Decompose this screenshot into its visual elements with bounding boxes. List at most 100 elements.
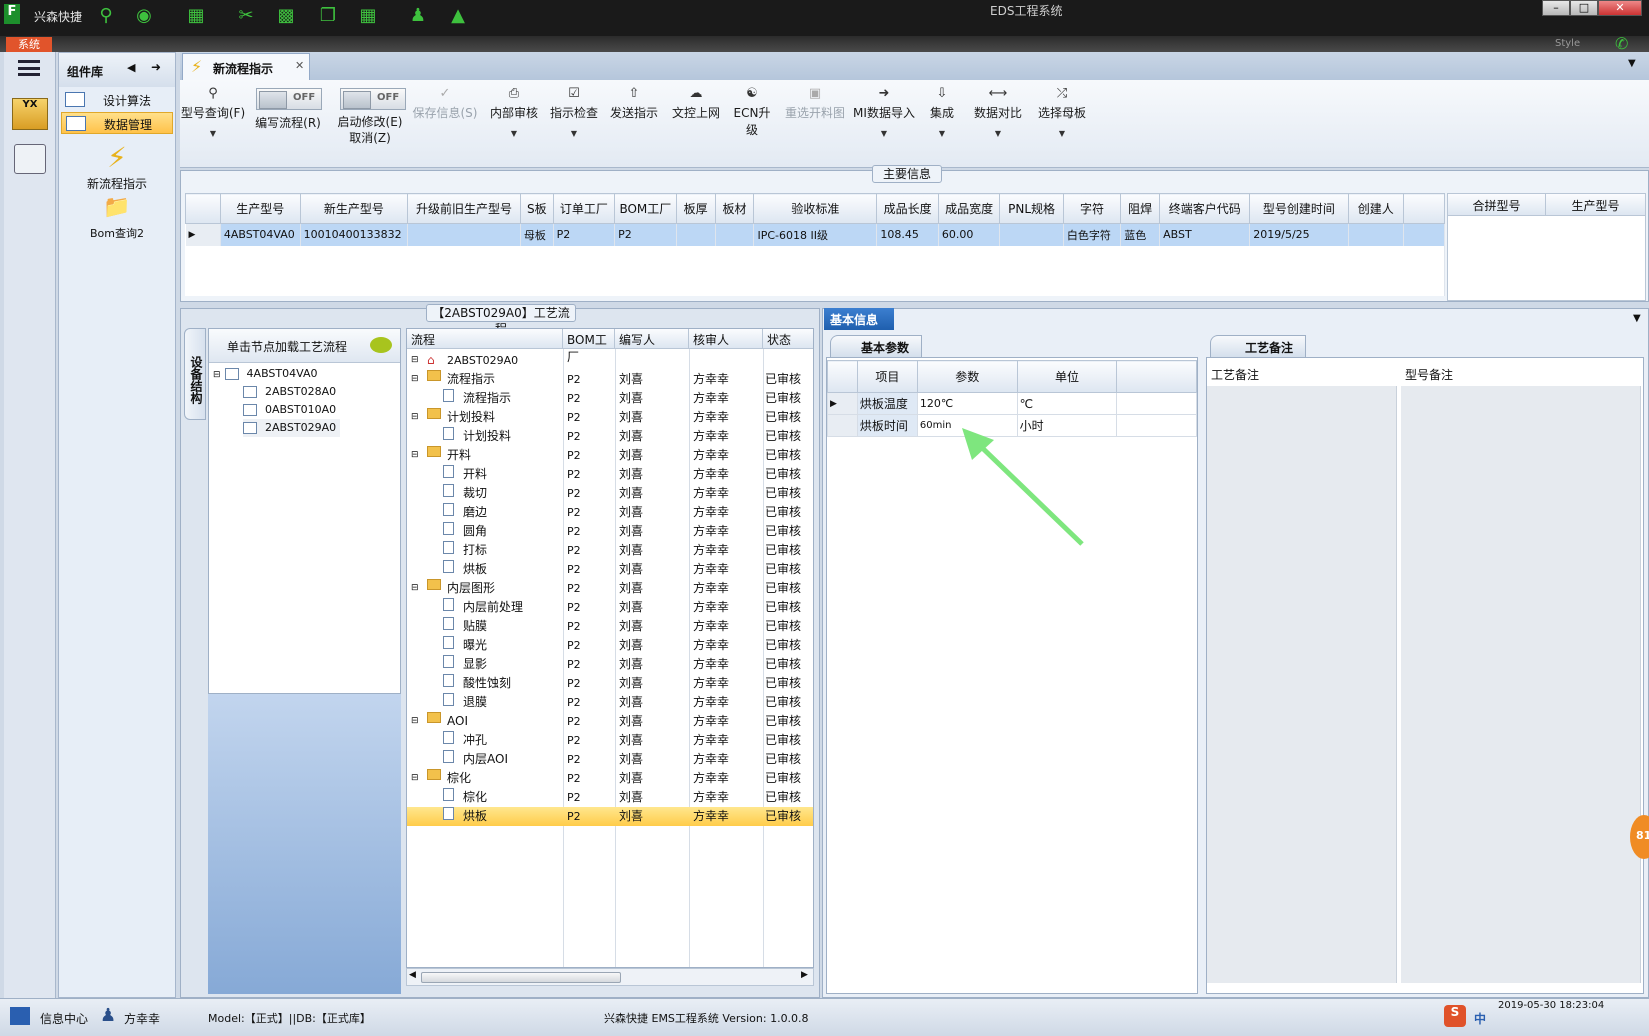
tab-basic-params[interactable]: 基本参数	[830, 335, 922, 357]
tab-equipment-structure[interactable]: 设备结构	[184, 328, 206, 420]
tree-node[interactable]: 2ABST028A0	[243, 383, 336, 401]
checkbox-icon[interactable]	[224, 368, 239, 380]
process-row[interactable]: 冲孔 P2 刘喜 方幸幸 已审核	[407, 731, 813, 750]
phone-icon[interactable]: ✆	[1615, 34, 1628, 53]
collapse-icon[interactable]: ⊟	[213, 370, 221, 380]
horizontal-scrollbar[interactable]: ◀ ▶	[406, 968, 814, 986]
process-row[interactable]: 内层AOI P2 刘喜 方幸幸 已审核	[407, 750, 813, 769]
select-mother-board-button[interactable]: ⤮ 选择母板 ▼	[1034, 86, 1090, 138]
tree-node-selected[interactable]: 2ABST029A0	[243, 419, 341, 437]
collapse-left-icon[interactable]: ◀	[127, 61, 135, 74]
table-cell[interactable]: 4ABST04VA0	[220, 223, 301, 246]
table-cell[interactable]	[1348, 223, 1404, 246]
column-header[interactable]: 订单工厂	[552, 193, 616, 224]
process-row[interactable]: 烘板 P2 刘喜 方幸幸 已审核	[407, 560, 813, 579]
process-row[interactable]: 退膜 P2 刘喜 方幸幸 已审核	[407, 693, 813, 712]
column-header[interactable]: 流程	[407, 329, 563, 349]
table-cell[interactable]: ABST	[1159, 223, 1251, 246]
scrollbar-thumb[interactable]	[421, 972, 621, 983]
start-modify-toggle[interactable]: OFF	[340, 88, 406, 110]
user-icon[interactable]: ♟	[406, 5, 430, 27]
tab-basic-info[interactable]: 基本信息	[824, 308, 894, 330]
column-header[interactable]: BOM工厂	[614, 193, 677, 224]
copy-icon[interactable]: ❐	[316, 5, 340, 27]
column-header[interactable]: PNL规格	[999, 193, 1064, 224]
column-header[interactable]: 型号创建时间	[1249, 193, 1349, 224]
table-cell[interactable]: 10010400133832	[300, 223, 409, 246]
table-row[interactable]: ▶ 4ABST04VA0 10010400133832 母板 P2 P2 IPC…	[185, 223, 1446, 246]
column-header[interactable]: 板材	[714, 193, 755, 224]
column-header[interactable]: 编写人	[615, 329, 689, 349]
column-header[interactable]: 板厚	[675, 193, 716, 224]
menu-icon[interactable]	[18, 60, 40, 76]
collapse-icon[interactable]: ⊟	[411, 370, 419, 389]
process-row[interactable]: 圆角 P2 刘喜 方幸幸 已审核	[407, 522, 813, 541]
save-info-button[interactable]: ✓ 保存信息(S)	[412, 86, 478, 121]
grid-icon[interactable]: ▦	[356, 5, 380, 27]
internal-review-button[interactable]: ⎙ 内部审核 ▼	[488, 86, 540, 138]
checkbox-icon[interactable]	[243, 422, 257, 434]
checkbox-icon[interactable]	[243, 386, 257, 398]
doc-control-online-button[interactable]: ☁ 文控上网	[668, 86, 724, 121]
calculator-icon[interactable]	[14, 144, 46, 174]
tree-node[interactable]: ⊟ 4ABST04VA0	[213, 365, 317, 383]
process-row[interactable]: 棕化 P2 刘喜 方幸幸 已审核	[407, 788, 813, 807]
table-cell[interactable]	[999, 223, 1064, 246]
sogou-ime-icon[interactable]: S	[1444, 1005, 1466, 1027]
component-item-design-algorithm[interactable]: 设计算法	[61, 89, 173, 111]
process-row[interactable]: 内层前处理 P2 刘喜 方幸幸 已审核	[407, 598, 813, 617]
column-header[interactable]: 成品宽度	[937, 193, 1001, 224]
process-row[interactable]: ⊟ 开料 P2 刘喜 方幸幸 已审核	[407, 446, 813, 465]
process-notes-textarea[interactable]	[1207, 386, 1397, 983]
table-cell[interactable]: 108.45	[876, 223, 939, 246]
maximize-button[interactable]: □	[1570, 0, 1598, 16]
table-cell[interactable]: ℃	[1016, 392, 1118, 415]
collapse-icon[interactable]: ⊟	[411, 769, 419, 788]
minimize-button[interactable]: –	[1542, 0, 1570, 16]
column-header[interactable]: 阻焊	[1120, 193, 1161, 224]
write-process-toggle[interactable]: OFF	[256, 88, 322, 110]
film-icon[interactable]: ▩	[274, 5, 298, 27]
new-process-indicator-item[interactable]: ⚡ 新流程指示	[59, 141, 175, 192]
data-compare-button[interactable]: ⟷ 数据对比 ▼	[972, 86, 1024, 138]
table-row[interactable]: ▶ 烘板温度 120℃ ℃	[827, 392, 1197, 415]
table-icon[interactable]: ▦	[184, 5, 208, 27]
process-row[interactable]: 打标 P2 刘喜 方幸幸 已审核	[407, 541, 813, 560]
process-row[interactable]: ⊟ 内层图形 P2 刘喜 方幸幸 已审核	[407, 579, 813, 598]
table-cell[interactable]: P2	[553, 223, 616, 246]
checkbox-icon[interactable]	[243, 404, 257, 416]
tab-close-icon[interactable]: ✕	[295, 59, 304, 72]
process-row-selected[interactable]: 烘板 P2 刘喜 方幸幸 已审核	[407, 807, 813, 826]
send-indicator-button[interactable]: ⇧ 发送指示	[606, 86, 662, 121]
tab-menu-icon[interactable]: ▼	[1628, 58, 1636, 69]
table-cell[interactable]: 白色字符	[1063, 223, 1122, 246]
column-header[interactable]: 成品长度	[876, 193, 939, 224]
style-label[interactable]: Style	[1555, 38, 1580, 49]
collapse-icon[interactable]: ⊟	[411, 446, 419, 465]
table-cell[interactable]	[676, 223, 716, 246]
process-row[interactable]: 曝光 P2 刘喜 方幸幸 已审核	[407, 636, 813, 655]
table-cell[interactable]: 母板	[520, 223, 554, 246]
yx-factory-icon[interactable]: YX	[12, 98, 48, 130]
component-item-data-management[interactable]: 数据管理	[61, 112, 173, 134]
windows-grid-icon[interactable]	[10, 1007, 30, 1025]
column-header[interactable]: BOM工厂	[563, 329, 615, 364]
column-header[interactable]: 升级前旧生产型号	[407, 193, 521, 224]
process-row[interactable]: 计划投料 P2 刘喜 方幸幸 已审核	[407, 427, 813, 446]
scroll-right-icon[interactable]: ▶	[801, 970, 808, 980]
column-header[interactable]: 项目	[856, 360, 918, 393]
column-header[interactable]: 核审人	[689, 329, 763, 349]
settings-icon[interactable]: ◉	[132, 5, 156, 27]
ime-mode[interactable]: 中	[1474, 1010, 1486, 1027]
chart-icon[interactable]: ▲	[446, 5, 470, 27]
column-header[interactable]: 单位	[1016, 360, 1118, 393]
column-header[interactable]: 终端客户代码	[1159, 193, 1251, 224]
tab-new-process-indicator[interactable]: ⚡ 新流程指示 ✕	[182, 53, 310, 81]
mi-data-import-button[interactable]: ➜ MI数据导入 ▼	[852, 86, 916, 138]
column-header[interactable]: 字符	[1062, 193, 1122, 224]
tab-process-notes[interactable]: 工艺备注	[1210, 335, 1306, 357]
column-header[interactable]: 状态	[763, 329, 813, 349]
integrate-button[interactable]: ⇩ 集成 ▼	[922, 86, 962, 138]
column-header[interactable]: 参数	[916, 360, 1018, 393]
model-notes-textarea[interactable]	[1401, 386, 1641, 983]
